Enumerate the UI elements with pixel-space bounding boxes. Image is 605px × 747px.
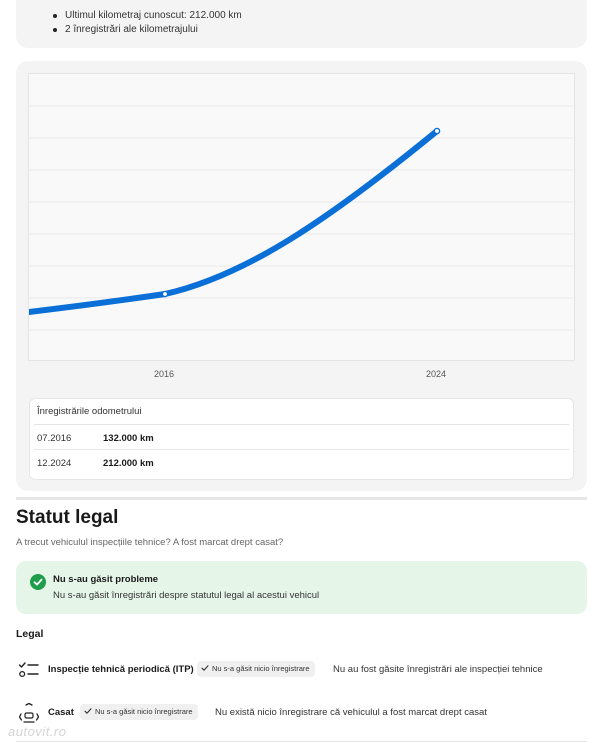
no-record-chip-label: Nu s-a găsit nicio înregistrare (212, 664, 310, 673)
record-km: 132.000 km (103, 433, 154, 444)
check-icon (201, 665, 209, 671)
data-point-2016 (161, 290, 169, 298)
watermark-logo: autovit.ro (8, 724, 67, 739)
odometer-line-chart (29, 105, 576, 331)
summary-card: Ultimul kilometraj cunoscut: 212.000 km … (16, 0, 587, 48)
legal-heading: Legal (16, 628, 44, 640)
recycle-car-icon (18, 702, 40, 724)
record-date: 12.2024 (37, 458, 72, 469)
odometer-series-line (29, 128, 440, 315)
data-point-2024 (433, 127, 441, 135)
checklist-icon (18, 659, 40, 681)
no-problems-text: Nu s-au găsit înregistrări despre statut… (53, 590, 320, 601)
no-problems-alert: Nu s-au găsit probleme Nu s-au găsit înr… (16, 561, 587, 614)
itp-label: Inspecție tehnică periodică (ITP) (48, 664, 194, 675)
check-circle-icon (30, 574, 46, 590)
chart-plot-area (28, 73, 576, 361)
legal-row-itp: Inspecție tehnică periodică (ITP) Nu s-a… (16, 656, 587, 684)
itp-description: Nu au fost găsite înregistrări ale inspe… (333, 664, 543, 675)
no-problems-title: Nu s-au găsit probleme (53, 574, 159, 585)
legal-status-title: Statut legal (16, 507, 119, 528)
no-record-chip: Nu s-a găsit nicio înregistrare (197, 661, 315, 677)
table-row: 12.2024 212.000 km (34, 449, 569, 474)
legal-row-scrapped: Casat Nu s-a găsit nicio înregistrare Nu… (16, 699, 587, 727)
bottom-divider (16, 741, 587, 742)
odometer-table-title: Înregistrările odometrului (37, 406, 142, 417)
no-record-chip-label: Nu s-a găsit nicio înregistrare (95, 707, 193, 716)
legal-status-subtitle: A trecut vehiculul inspecțiile tehnice? … (16, 537, 284, 548)
check-icon (84, 708, 92, 714)
summary-item-record-count: 2 înregistrări ale kilometrajului (53, 23, 587, 37)
record-date: 07.2016 (37, 433, 72, 444)
x-tick-label-2016: 2016 (153, 369, 175, 379)
table-row: 07.2016 132.000 km (34, 424, 569, 449)
summary-list: Ultimul kilometraj cunoscut: 212.000 km … (16, 0, 587, 37)
odometer-chart-card: 2016 2024 Înregistrările odometrului 07.… (16, 61, 587, 491)
record-km: 212.000 km (103, 458, 154, 469)
odometer-records-table: Înregistrările odometrului 07.2016 132.0… (29, 398, 574, 480)
no-record-chip: Nu s-a găsit nicio înregistrare (80, 704, 198, 720)
summary-item-last-km: Ultimul kilometraj cunoscut: 212.000 km (53, 9, 587, 23)
scrapped-description: Nu există nicio înregistrare că vehiculu… (215, 707, 487, 718)
x-tick-label-2024: 2024 (425, 369, 447, 379)
section-divider (16, 497, 587, 500)
scrapped-label: Casat (48, 707, 74, 718)
